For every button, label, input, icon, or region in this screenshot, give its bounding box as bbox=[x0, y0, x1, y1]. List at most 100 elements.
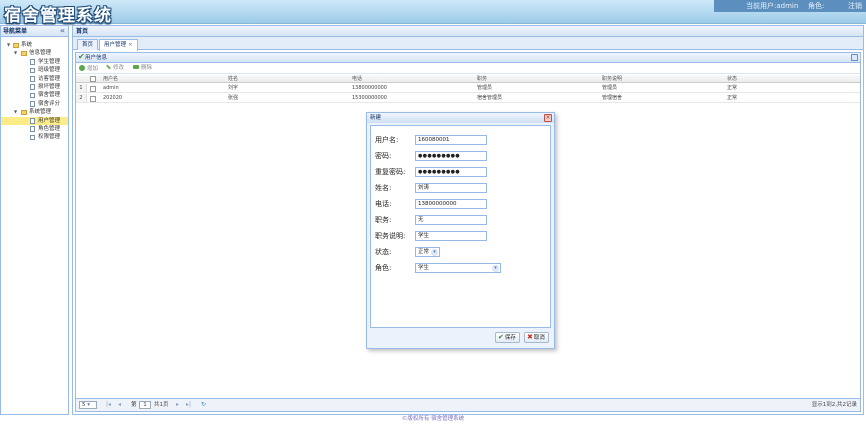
tab-user-management[interactable]: 用户管理 × bbox=[99, 39, 138, 51]
expand-arrow-icon[interactable]: ▼ bbox=[14, 49, 17, 57]
maximize-icon[interactable] bbox=[851, 54, 858, 61]
column-header[interactable]: 状态 bbox=[727, 75, 737, 83]
file-icon bbox=[30, 134, 35, 141]
tree-node-visitor[interactable]: 访客管理 bbox=[1, 75, 68, 83]
job-desc-label: 职务说明: bbox=[375, 232, 406, 240]
next-page-icon[interactable]: ▸ bbox=[176, 401, 179, 409]
tab-bar: 首页 用户管理 × bbox=[73, 37, 863, 51]
role-field-label: 角色: bbox=[375, 264, 392, 272]
logout-link[interactable]: 注销 bbox=[848, 0, 862, 12]
password-field[interactable]: ●●●●●●●●● bbox=[415, 151, 487, 161]
panel-title-label: 用户信息 bbox=[85, 55, 108, 61]
delete-button[interactable]: 删除 bbox=[133, 65, 152, 72]
expand-arrow-icon[interactable]: ▼ bbox=[7, 41, 10, 49]
collapse-icon[interactable]: « bbox=[60, 26, 65, 36]
tree-node-label: 信息管理 bbox=[29, 50, 52, 57]
close-tab-icon[interactable]: × bbox=[128, 42, 133, 48]
row-checkbox[interactable] bbox=[90, 85, 96, 92]
tree-node-student[interactable]: 学生管理 bbox=[1, 58, 68, 66]
column-header[interactable]: 用户名 bbox=[103, 75, 118, 83]
tree-node-label: 班级管理 bbox=[38, 67, 61, 74]
username-field[interactable]: 160080001 bbox=[415, 135, 487, 145]
page-size-select[interactable]: 5 ▾ bbox=[79, 401, 97, 409]
edit-button[interactable]: 修改 bbox=[106, 64, 125, 72]
form-row-role: 角色: 学生 ▾ bbox=[375, 263, 551, 273]
tree-node-roles[interactable]: 角色管理 bbox=[1, 125, 68, 133]
add-button[interactable]: 增加 bbox=[79, 65, 98, 73]
save-label: 保存 bbox=[504, 335, 516, 341]
tree-node-users[interactable]: 用户管理 bbox=[1, 116, 68, 125]
select-all-checkbox[interactable] bbox=[90, 76, 96, 82]
page-number-input[interactable]: 1 bbox=[139, 401, 151, 409]
column-header[interactable]: 职务 bbox=[477, 75, 487, 83]
table-row[interactable]: 2 202020 张强 15300000000 宿舍管理员 管理宿舍 正常 bbox=[76, 94, 860, 103]
tree-node-sysmanage[interactable]: ▼ 系统管理 bbox=[1, 108, 68, 116]
first-page-icon[interactable]: |◂ bbox=[106, 401, 111, 409]
cancel-label: 取消 bbox=[533, 335, 545, 341]
delete-icon bbox=[133, 65, 139, 69]
tree-node-label: 访客管理 bbox=[38, 75, 61, 82]
role-label: 角色: bbox=[808, 2, 825, 10]
tree-node-damage[interactable]: 损坏管理 bbox=[1, 83, 68, 91]
check-icon: ✔ bbox=[78, 52, 85, 61]
tree-node-info[interactable]: ▼ 信息管理 bbox=[1, 49, 68, 57]
form-row-confirm-password: 重复密码: ●●●●●●●●● bbox=[375, 167, 551, 177]
role-select[interactable]: 学生 ▾ bbox=[415, 263, 501, 273]
phone-field[interactable]: 13800000000 bbox=[415, 199, 487, 209]
tree-node-label: 用户管理 bbox=[38, 117, 61, 124]
file-icon bbox=[30, 59, 35, 65]
cell-name: 张强 bbox=[228, 95, 239, 101]
last-page-icon[interactable]: ▸| bbox=[186, 401, 191, 409]
tree-node-label: 学生管理 bbox=[38, 58, 61, 65]
nav-title: 导航菜单 « bbox=[1, 26, 68, 37]
file-icon bbox=[30, 101, 35, 107]
nav-title-label: 导航菜单 bbox=[3, 28, 28, 35]
tree-node-label: 角色管理 bbox=[38, 125, 61, 132]
expand-arrow-icon[interactable]: ▼ bbox=[14, 108, 17, 116]
cell-username: 202020 bbox=[103, 95, 123, 101]
tree-node-class[interactable]: 班级管理 bbox=[1, 66, 68, 74]
name-field[interactable]: 刘涛 bbox=[415, 183, 487, 193]
password-label: 密码: bbox=[375, 152, 392, 160]
phone-label: 电话: bbox=[375, 200, 392, 208]
tree-node-score[interactable]: 宿舍评分 bbox=[1, 100, 68, 108]
column-header[interactable]: 姓名 bbox=[228, 75, 238, 83]
dialog-footer: ✔保存 ✖取消 bbox=[370, 330, 551, 346]
file-icon bbox=[30, 76, 35, 82]
tree-node-system[interactable]: ▼ 系统 bbox=[1, 41, 68, 49]
folder-icon bbox=[13, 43, 19, 48]
panel-title: ✔ 用户信息 bbox=[76, 52, 860, 63]
tree-node-dorm[interactable]: 宿舍管理 bbox=[1, 91, 68, 99]
confirm-password-field[interactable]: ●●●●●●●●● bbox=[415, 167, 487, 177]
status-select[interactable]: 正常 ▾ bbox=[415, 247, 440, 257]
job-label: 职务: bbox=[375, 216, 392, 224]
refresh-icon[interactable]: ↻ bbox=[201, 401, 206, 409]
row-number: 2 bbox=[76, 94, 87, 102]
add-label: 增加 bbox=[87, 66, 99, 72]
form-row-name: 姓名: 刘涛 bbox=[375, 183, 551, 193]
cell-job: 宿舍管理员 bbox=[477, 95, 503, 101]
tree-node-perms[interactable]: 权限管理 bbox=[1, 133, 68, 141]
column-header[interactable]: 电话 bbox=[352, 75, 362, 83]
page-size-value: 5 bbox=[82, 402, 86, 408]
app-logo: 宿舍管理系统 bbox=[4, 6, 112, 26]
job-desc-field[interactable]: 学生 bbox=[415, 231, 487, 241]
cancel-button[interactable]: ✖取消 bbox=[524, 332, 549, 343]
username-label: 用户名: bbox=[375, 136, 399, 144]
edit-icon bbox=[106, 64, 111, 70]
chevron-down-icon: ▾ bbox=[492, 265, 499, 272]
prev-page-icon[interactable]: ◂ bbox=[118, 401, 121, 409]
table-row[interactable]: 1 admin 刘宇 13800000000 管理员 管理员 正常 bbox=[76, 84, 860, 93]
cell-phone: 15300000000 bbox=[352, 95, 387, 101]
job-field[interactable]: 无 bbox=[415, 215, 487, 225]
column-header[interactable]: 职务说明 bbox=[602, 75, 622, 83]
close-icon[interactable]: × bbox=[544, 114, 552, 122]
save-icon: ✔ bbox=[498, 333, 504, 341]
row-checkbox[interactable] bbox=[90, 95, 96, 102]
save-button[interactable]: ✔保存 bbox=[495, 332, 520, 343]
confirm-password-label: 重复密码: bbox=[375, 168, 406, 176]
file-icon bbox=[30, 67, 35, 74]
tab-home[interactable]: 首页 bbox=[77, 39, 99, 50]
edit-label: 修改 bbox=[113, 65, 125, 71]
cell-name: 刘宇 bbox=[228, 85, 239, 91]
